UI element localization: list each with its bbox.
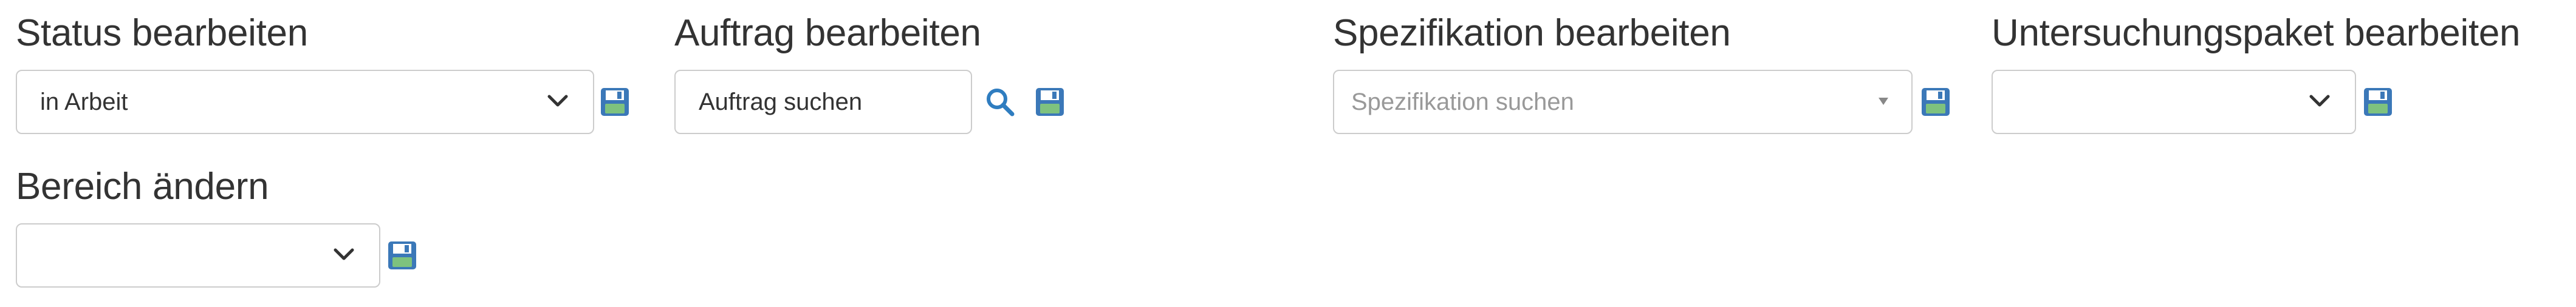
- chevron-down-icon: [547, 95, 568, 107]
- save-order-icon[interactable]: [1034, 86, 1066, 118]
- order-search-field[interactable]: [674, 70, 972, 134]
- caret-down-icon: [1879, 98, 1888, 105]
- search-icon[interactable]: [984, 86, 1016, 118]
- package-select[interactable]: [1992, 70, 2356, 134]
- status-selected-value: in Arbeit: [40, 88, 128, 115]
- save-area-icon[interactable]: [386, 240, 418, 271]
- area-section-title: Bereich ändern: [16, 166, 269, 207]
- chevron-down-icon: [2309, 95, 2330, 107]
- chevron-down-icon: [334, 248, 354, 260]
- status-section-title: Status bearbeiten: [16, 12, 308, 54]
- specification-combobox[interactable]: Spezifikation suchen: [1333, 70, 1913, 134]
- package-section-title: Untersuchungspaket bearbeiten: [1992, 12, 2521, 54]
- status-select[interactable]: in Arbeit: [16, 70, 594, 134]
- specification-section-title: Spezifikation bearbeiten: [1333, 12, 1731, 54]
- order-search-input[interactable]: [676, 71, 971, 133]
- edit-panel: Status bearbeiten in Arbeit Auftrag bear…: [0, 0, 2576, 307]
- save-specification-icon[interactable]: [1920, 86, 1951, 118]
- order-section-title: Auftrag bearbeiten: [674, 12, 981, 54]
- specification-placeholder: Spezifikation suchen: [1351, 88, 1574, 115]
- save-package-icon[interactable]: [2362, 86, 2394, 118]
- save-status-icon[interactable]: [599, 86, 631, 118]
- area-select[interactable]: [16, 223, 380, 288]
